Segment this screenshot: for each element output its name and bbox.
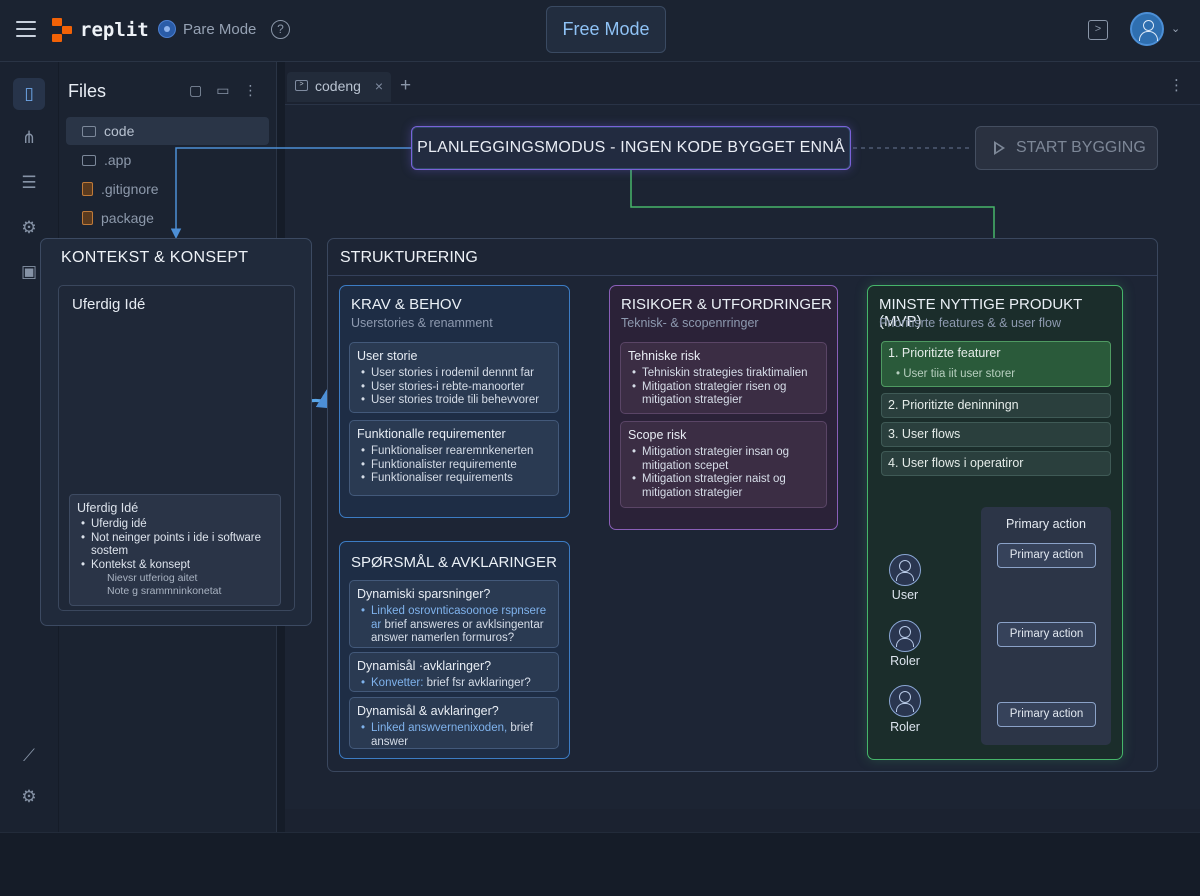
mvp-column: MINSTE NYTTIGE PRODUKT (MVP) Prioritisrt… <box>867 285 1123 760</box>
list-item: Kontekst & konsept <box>77 559 273 573</box>
list-item: User stories i rodemil dennnt far <box>357 367 551 381</box>
idea-title: Uferdig Idé <box>72 296 146 313</box>
list-item: Note g srammninkonetat <box>107 584 222 597</box>
question-link[interactable]: Linked answvernenixoden, <box>371 722 507 734</box>
terminal-tab-icon: > <box>295 80 308 91</box>
scope-risk-card[interactable]: Scope risk Mitigation strategier insan o… <box>620 421 827 508</box>
question-card[interactable]: Dynamiski sparsninger? Linked osrovntica… <box>349 580 559 648</box>
technical-risk-card[interactable]: Tehniske risk Tehniskin strategies tirak… <box>620 342 827 414</box>
list-icon[interactable]: ☰ <box>13 167 45 199</box>
add-tab-icon[interactable]: + <box>400 72 411 100</box>
primary-action-button[interactable]: Primary action <box>997 622 1096 647</box>
priority-item[interactable]: 3. User flows <box>881 422 1111 447</box>
priority-item[interactable]: 4. User flows i operatiror <box>881 451 1111 476</box>
primary-action-button[interactable]: Primary action <box>997 543 1096 568</box>
idea-panel: Uferdig Idé Uferdig Idé Uferdig idé Not … <box>58 285 295 611</box>
mvp-subtitle: Prioritisrte features & & user flow <box>879 316 1062 330</box>
close-icon[interactable]: × <box>375 72 383 100</box>
new-folder-icon[interactable]: ▭ <box>216 82 243 98</box>
tab-bar: > codeng × + ⋮ <box>285 72 1200 102</box>
doc-icon <box>82 211 93 225</box>
user-icon <box>889 554 921 586</box>
files-toolbar: ▢▭⋮ <box>189 82 271 99</box>
question-link[interactable]: Konvetter: <box>371 677 423 689</box>
actor-label: Roler <box>890 654 920 668</box>
more-icon[interactable]: ⋮ <box>243 82 271 98</box>
list-item: Funktionalister requiremente <box>357 459 551 473</box>
planning-mode-banner: PLANLEGGINGSMODUS - INGEN KODE BYGGET EN… <box>411 126 851 170</box>
list-item: Mitigation strategier naist og mitigatio… <box>628 473 819 500</box>
primary-action-button[interactable]: Primary action <box>997 702 1096 727</box>
file-item-code[interactable]: code <box>66 117 269 145</box>
actor-label: User <box>891 588 919 602</box>
folder-icon <box>82 126 96 137</box>
priority-item[interactable]: 2. Prioritizte deninningn <box>881 393 1111 418</box>
mode-label[interactable]: Pare Mode <box>183 21 256 38</box>
risks-title: RISIKOER & UTFORDRINGER <box>621 296 832 313</box>
settings-icon[interactable]: ⚙ <box>13 781 45 813</box>
context-panel: KONTEKST & KONSEPT Uferdig Idé Uferdig I… <box>40 238 312 626</box>
doc-icon <box>82 182 93 196</box>
user-stories-card[interactable]: User storie User stories i rodemil dennn… <box>349 342 559 413</box>
wand-icon[interactable]: ⟋ <box>13 740 45 772</box>
new-file-icon[interactable]: ▢ <box>189 82 216 98</box>
brand-name: replit <box>80 19 149 41</box>
questions-column: SPØRSMÅL & AVKLARINGER Dynamiski sparsni… <box>339 541 570 759</box>
idea-card: Uferdig Idé Uferdig idé Not neinger poin… <box>69 494 281 606</box>
folder-icon <box>82 155 96 166</box>
list-item: User stories-i rebte-manoorter <box>357 381 551 395</box>
terminal-icon[interactable]: > <box>1088 20 1108 40</box>
file-item-app[interactable]: .app <box>66 146 269 174</box>
list-item: Funktionaliser rearemnkenerten <box>357 445 551 459</box>
divider <box>328 275 1157 276</box>
menu-icon[interactable] <box>16 21 36 37</box>
list-item: Uferdig idé <box>77 518 273 532</box>
actor-label: Roler <box>890 720 920 734</box>
list-item: Mitigation strategier risen og mitigatio… <box>628 381 819 408</box>
top-bar: replit Pare Mode ? Free Mode > ⌄ <box>0 0 1200 62</box>
list-item: User stories troide tili behevvorer <box>357 394 551 408</box>
free-mode-button[interactable]: Free Mode <box>546 6 666 53</box>
user-icon <box>889 620 921 652</box>
share-icon[interactable]: ⋔ <box>13 122 45 154</box>
context-title: KONTEKST & KONSEPT <box>61 249 249 266</box>
list-item: Tehniskin strategies tiraktimalien <box>628 367 819 381</box>
structuring-title: STRUKTURERING <box>340 249 478 266</box>
file-icon[interactable]: ▯ <box>13 78 45 110</box>
priority-item[interactable]: 1. Prioritizte featurer • User tiia iit … <box>881 341 1111 387</box>
risks-subtitle: Teknisk- & scopenrringer <box>621 316 759 330</box>
question-card[interactable]: Dynamisål & avklaringer? Linked answvern… <box>349 697 559 749</box>
questions-title: SPØRSMÅL & AVKLARINGER <box>351 554 557 571</box>
files-title: Files <box>68 81 107 101</box>
play-icon <box>994 141 1005 155</box>
gear-icon[interactable]: ⚙ <box>13 212 45 244</box>
requirements-title: KRAV & BEHOV <box>351 296 462 313</box>
bottom-bar <box>0 832 1200 896</box>
tab-codeng[interactable]: > codeng × <box>287 72 391 102</box>
requirements-column: KRAV & BEHOV Userstories & renamment Use… <box>339 285 570 518</box>
avatar[interactable] <box>1130 12 1164 46</box>
mode-icon[interactable] <box>158 20 176 38</box>
question-card[interactable]: Dynamisål ·avklaringer? Konvetter: brief… <box>349 652 559 692</box>
file-item-package[interactable]: package <box>66 204 269 232</box>
flow-title: Primary action <box>1006 517 1086 531</box>
list-item: Nievsr utferiog aitet <box>107 572 198 584</box>
list-item: Not neinger points i ide i software sost… <box>77 532 273 559</box>
list-item: Mitigation strategier insan og mitigatio… <box>628 446 819 473</box>
risks-column: RISIKOER & UTFORDRINGER Teknisk- & scope… <box>609 285 838 530</box>
user-icon <box>889 685 921 717</box>
chevron-down-icon[interactable]: ⌄ <box>1171 22 1180 35</box>
functional-requirements-card[interactable]: Funktionalle requirementer Funktionalise… <box>349 420 559 496</box>
more-icon[interactable]: ⋮ <box>1169 72 1184 100</box>
help-icon[interactable]: ? <box>271 20 290 39</box>
requirements-subtitle: Userstories & renamment <box>351 316 493 330</box>
replit-logo <box>52 18 74 42</box>
user-flow-panel: Primary action Primary action Primary ac… <box>981 507 1111 745</box>
file-item-gitignore[interactable]: .gitignore <box>66 175 269 203</box>
list-item: Funktionaliser requirements <box>357 472 551 486</box>
start-building-button[interactable]: START BYGGING <box>975 126 1158 170</box>
